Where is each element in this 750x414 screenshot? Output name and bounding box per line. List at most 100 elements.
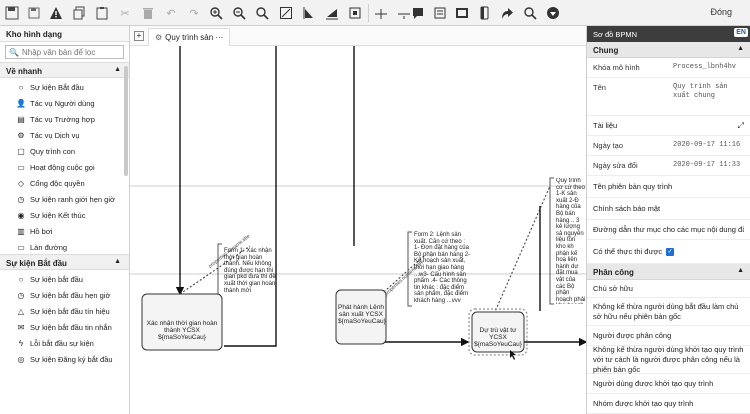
shape-item[interactable]: ○ Sự kiện bắt đầu [0, 270, 129, 286]
shape-item-label: Tác vụ Dịch vụ [30, 131, 80, 140]
task-label-2: Phát hành Lệnh sản xuất YCSX ${maSoYeuCa… [338, 304, 386, 325]
shape-item[interactable]: △ Sự kiện bắt đầu tín hiệu [0, 302, 129, 318]
shape-item-label: Làn đường [30, 243, 68, 252]
annotation-1[interactable]: Form 1: Xác nhận thời gian hoàn thành. N… [224, 248, 276, 294]
shape-item[interactable]: ▤ Tác vụ Trường hợp [0, 110, 129, 126]
expand-icon[interactable]: ⤢ [738, 121, 744, 131]
annotation-3[interactable]: Quy trình cơ cứ theo 1-K sản xuất 2-Đ hà… [556, 178, 586, 304]
shape-search-input[interactable] [21, 47, 122, 57]
shape-search-box[interactable]: 🔍 [5, 45, 124, 59]
message-icon: ✉ [17, 323, 25, 332]
executable-row[interactable]: Có thể thực thi được ✓ [587, 240, 750, 264]
language-badge[interactable]: EN [734, 28, 748, 37]
add-bendpoint-icon[interactable] [371, 3, 391, 23]
chevron-up-icon: ▲ [114, 66, 121, 73]
shape-item[interactable]: ϟ Lỗi bắt đầu sự kiện [0, 334, 129, 350]
section-swimlane-header[interactable]: Về nhanh ▲ [0, 62, 129, 78]
annotation-2[interactable]: Form 2: Lệnh sản xuất. Căn cứ theo : 1- … [414, 232, 472, 305]
lane-icon: ▭ [17, 243, 25, 252]
version-row[interactable]: Tên phiên bản quy trình [587, 176, 750, 198]
shape-item[interactable]: ○ Sự kiện Bắt đầu [0, 78, 129, 94]
download-icon[interactable] [543, 3, 563, 23]
search-icon[interactable] [520, 3, 540, 23]
list-icon[interactable] [430, 3, 450, 23]
share-icon[interactable] [497, 3, 517, 23]
redo-icon[interactable]: ↷ [184, 3, 204, 23]
align-vertical-icon[interactable] [299, 3, 319, 23]
shape-item[interactable]: ◎ Sự kiện Đăng ký bắt đầu [0, 350, 129, 366]
shape-item[interactable]: ◉ Sự kiện Kết thúc [0, 206, 129, 222]
sequence-flow[interactable] [224, 46, 277, 347]
association-line[interactable] [493, 185, 551, 315]
inherit-owner-row[interactable]: Không kế thừa người dùng bắt đầu làm chủ… [587, 298, 750, 326]
image-export-icon[interactable] [452, 3, 472, 23]
shape-item-label: Tác vụ Trường hợp [30, 115, 95, 124]
zoom-out-icon[interactable] [229, 3, 249, 23]
shape-item[interactable]: ▢ Quy trình con [0, 142, 129, 158]
modified-row: Ngày sửa đổi 2020-09-17 11:33 [587, 156, 750, 176]
shape-item[interactable]: ▭ Làn đường [0, 238, 129, 254]
task-label-3: Dự trù vật tư YCSX ${maSoYeuCau} [474, 327, 522, 348]
assignee-row[interactable]: Người được phân công [587, 326, 750, 346]
pool-icon: ▥ [17, 227, 25, 236]
comment-icon[interactable] [408, 3, 428, 23]
shape-item-label: Sự kiện bắt đầu tin nhắn [30, 323, 112, 332]
copy-icon[interactable] [69, 3, 89, 23]
save-as-icon[interactable] [24, 3, 44, 23]
shape-item-label: Cổng độc quyền [30, 179, 85, 188]
shape-item-label: Lỗi bắt đầu sự kiện [30, 339, 94, 348]
shape-item[interactable]: ✉ Sự kiện bắt đầu tin nhắn [0, 318, 129, 334]
delete-icon[interactable] [138, 3, 158, 23]
undo-icon[interactable]: ↶ [161, 3, 181, 23]
documentation-row[interactable]: Tài liệu ⤢ [587, 116, 750, 136]
name-row[interactable]: Tên Quy trình sản xuất chung [587, 78, 750, 116]
mobile-icon[interactable] [474, 3, 494, 23]
section-assignment-header[interactable]: Phân công ▲ [587, 264, 750, 280]
subprocess-icon: ▢ [17, 147, 25, 156]
shape-item-label: Hồ bơi [30, 227, 53, 236]
bpmn-diagram[interactable]: properties.noname.title properties.nonam… [130, 46, 586, 414]
section-start-events-header[interactable]: Sự kiện Bắt đầu ▲ [0, 254, 129, 270]
shape-item[interactable]: 👤 Tác vụ Người dùng [0, 94, 129, 110]
tab-process[interactable]: ⚙ Quy trình sản ··· [148, 28, 231, 46]
properties-panel: Sơ đồ BPMN EN Chung ▲ Khóa mô hình Proce… [586, 26, 750, 414]
close-button[interactable]: Đóng [710, 7, 732, 17]
shape-item-label: Quy trình con [30, 147, 76, 156]
security-policy-row[interactable]: Chính sách báo mật [587, 198, 750, 220]
cut-icon[interactable]: ✂ [115, 3, 135, 23]
shape-item[interactable]: ◷ Sự kiện ranh giới hẹn giờ [0, 190, 129, 206]
inherit-assignee-row[interactable]: Không kế thừa người dùng khởi tạo quy tr… [587, 345, 750, 374]
shape-item[interactable]: ◇ Cổng độc quyền [0, 174, 129, 190]
gear-icon: ⚙ [17, 131, 25, 140]
shape-item[interactable]: ▭ Hoạt động cuộc gọi [0, 158, 129, 174]
add-tab-button[interactable]: + [134, 31, 144, 41]
circle-icon: ○ [18, 83, 24, 92]
zoom-in-icon[interactable] [206, 3, 226, 23]
shape-item-label: Sự kiện ranh giới hẹn giờ [30, 195, 115, 204]
chevron-up-icon: ▲ [114, 258, 121, 265]
content-path-row[interactable]: Đường dẫn thư mục cho các mục nội dung đ… [587, 220, 750, 240]
shape-item-label: Sự kiện bắt đầu [30, 275, 83, 284]
paste-icon[interactable] [92, 3, 112, 23]
section-general-header[interactable]: Chung ▲ [587, 42, 750, 58]
search-icon: 🔍 [9, 47, 19, 57]
owner-row[interactable]: Chủ sở hữu [587, 280, 750, 298]
save-icon[interactable] [2, 3, 22, 23]
diagram-canvas[interactable]: properties.noname.title properties.nonam… [130, 46, 586, 414]
starter-group-row[interactable]: Nhóm được khởi tạo quy trình [587, 394, 750, 414]
zoom-fit-icon[interactable] [276, 3, 296, 23]
diagram-tabs: + ⚙ Quy trình sản ··· [130, 26, 586, 46]
created-row: Ngày tạo 2020-09-17 11:16 [587, 136, 750, 156]
model-key-row[interactable]: Khóa mô hình Process_lbnh4hv [587, 58, 750, 78]
executable-checkbox[interactable]: ✓ [666, 247, 675, 256]
panel-header: Sơ đồ BPMN EN [587, 26, 750, 42]
shape-item[interactable]: ◷ Sự kiện bắt đầu hẹn giờ [0, 286, 129, 302]
starter-user-row[interactable]: Người dùng được khởi tạo quy trình [587, 374, 750, 394]
validate-icon[interactable] [46, 3, 66, 23]
shape-item[interactable]: ▥ Hồ bơi [0, 222, 129, 238]
shape-item[interactable]: ⚙ Tác vụ Dịch vụ [0, 126, 129, 142]
sidebar-scrollbar[interactable] [124, 66, 128, 176]
same-size-icon[interactable] [345, 3, 365, 23]
zoom-actual-icon[interactable] [252, 3, 272, 23]
align-horizontal-icon[interactable] [322, 3, 342, 23]
